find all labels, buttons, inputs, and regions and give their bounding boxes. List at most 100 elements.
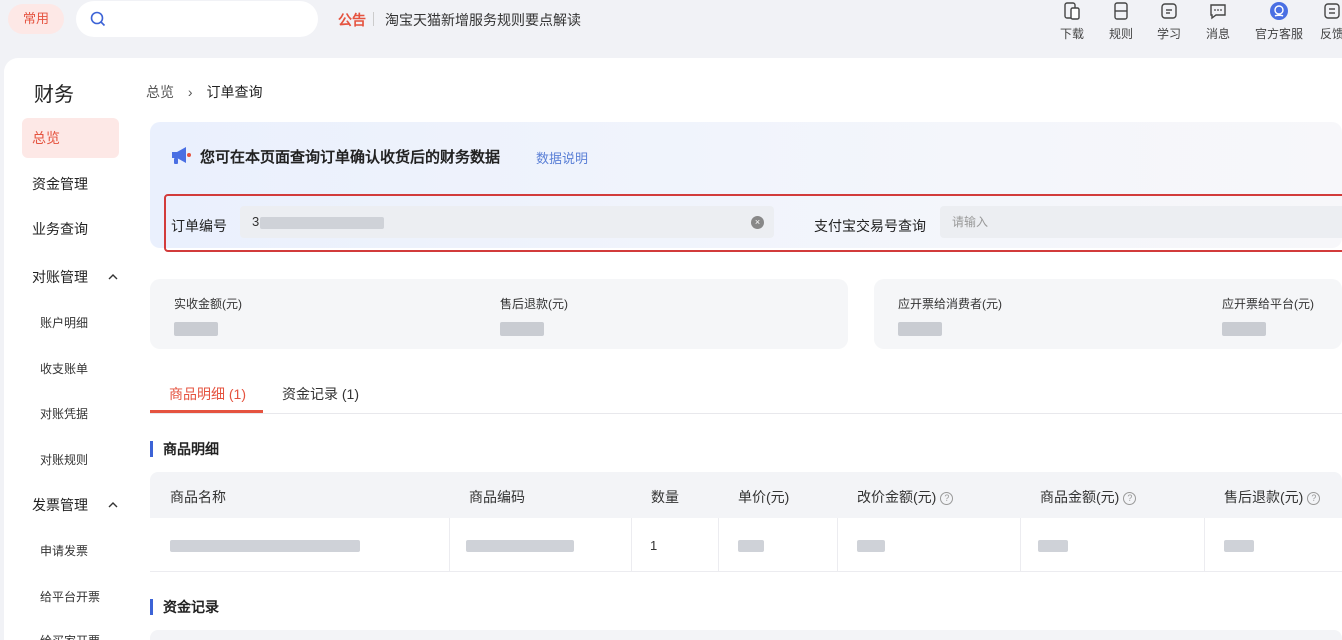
support-icon — [1270, 2, 1288, 20]
common-button[interactable]: 常用 — [8, 4, 64, 34]
column-header: 商品金额(元) — [1040, 489, 1120, 505]
cell-divider — [1020, 518, 1021, 572]
notice-divider — [373, 12, 374, 26]
sidebar-item-overview[interactable]: 总览 — [22, 118, 119, 158]
column-header-with-help: 改价金额(元)? — [857, 487, 954, 507]
cell-divider — [631, 518, 632, 572]
stat-refund-label: 售后退款(元) — [500, 297, 568, 311]
help-icon[interactable]: ? — [1307, 492, 1321, 505]
redacted-product-name — [170, 540, 360, 552]
tool-support[interactable]: 官方客服 — [1249, 0, 1309, 44]
notice-link[interactable]: 淘宝天猫新增服务规则要点解读 — [385, 10, 581, 30]
stat-invoice-platform-label: 应开票给平台(元) — [1222, 297, 1314, 311]
column-header: 售后退款(元) — [1224, 489, 1304, 505]
cell-divider — [718, 518, 719, 572]
alipay-trade-input[interactable]: 请输入 — [940, 206, 1342, 238]
tool-message-label: 消息 — [1205, 27, 1230, 41]
table-row[interactable]: 1 — [150, 518, 1342, 572]
section-title-products: 商品明细 — [150, 441, 219, 457]
sidebar-item-bills[interactable]: 收支账单 — [40, 360, 88, 377]
data-explanation-link[interactable]: 数据说明 — [536, 148, 588, 167]
query-highlight-box: 订单编号 3 × 支付宝交易号查询 请输入 — [164, 194, 1342, 252]
column-header: 商品编码 — [469, 489, 525, 505]
redacted-value — [500, 322, 544, 336]
stat-invoice-platform: 应开票给平台(元) — [1222, 295, 1314, 336]
top-bar: 常用 公告 淘宝天猫新增服务规则要点解读 下载 规则 学习 消息 官方客服 反馈 — [0, 0, 1342, 56]
column-header: 单价(元) — [738, 489, 790, 505]
sidebar-title: 财务 — [34, 84, 74, 106]
section-title-fund-records: 资金记录 — [150, 599, 219, 615]
breadcrumb-separator: › — [187, 84, 193, 100]
feedback-icon — [1324, 3, 1340, 19]
info-banner: 您可在本页面查询订单确认收货后的财务数据 数据说明 订单编号 3 × 支付宝交易… — [150, 122, 1342, 252]
sidebar-item-funds[interactable]: 资金管理 — [22, 164, 119, 204]
message-icon — [1210, 4, 1226, 20]
tool-feedback-label: 反馈 — [1319, 27, 1342, 41]
sidebar-item-invoice[interactable]: 发票管理 — [22, 485, 119, 525]
column-header: 商品名称 — [170, 489, 226, 505]
stat-received: 实收金额(元) — [174, 295, 242, 336]
column-header-with-help: 商品金额(元)? — [1040, 487, 1137, 507]
megaphone-icon — [172, 147, 191, 164]
tool-message[interactable]: 消息 — [1188, 0, 1248, 44]
redacted-adjusted-amount — [857, 540, 885, 552]
search-icon — [90, 11, 106, 27]
sidebar-item-rules[interactable]: 对账规则 — [40, 451, 88, 468]
help-icon[interactable]: ? — [1123, 492, 1137, 505]
tab-product-detail[interactable]: 商品明细 (1) — [169, 384, 246, 404]
sidebar-item-buyer-invoice[interactable]: 给买家开票 — [40, 632, 100, 640]
redacted-product-amount — [1038, 540, 1068, 552]
redacted-value — [174, 322, 218, 336]
clear-icon[interactable]: × — [751, 216, 764, 229]
redacted-value — [898, 322, 942, 336]
chevron-up-icon[interactable] — [108, 273, 118, 281]
sidebar-item-account-detail[interactable]: 账户明细 — [40, 314, 88, 331]
order-number-value: 3 — [252, 214, 260, 229]
sidebar: 财务 总览 资金管理 业务查询 对账管理 账户明细 收支账单 对账凭据 对账规则… — [4, 58, 134, 640]
breadcrumb-root[interactable]: 总览 — [146, 84, 174, 100]
tool-feedback[interactable]: 反馈 — [1312, 0, 1342, 44]
order-number-label: 订单编号 — [171, 218, 227, 234]
quantity-cell: 1 — [650, 538, 658, 553]
sidebar-item-reconciliation[interactable]: 对账管理 — [22, 257, 119, 297]
redacted-refund-amount — [1224, 540, 1254, 552]
alipay-trade-label: 支付宝交易号查询 — [814, 218, 926, 234]
search-input[interactable] — [76, 1, 318, 37]
tab-fund-records[interactable]: 资金记录 (1) — [282, 384, 359, 404]
tab-bar: 商品明细 (1) 资金记录 (1) — [150, 376, 1342, 414]
cell-divider — [1204, 518, 1205, 572]
column-header: 数量 — [651, 489, 679, 505]
redacted-product-code — [466, 540, 574, 552]
cell-divider — [837, 518, 838, 572]
help-icon[interactable]: ? — [940, 492, 954, 505]
redacted-order-number — [260, 217, 384, 229]
download-icon — [1064, 2, 1080, 20]
sidebar-item-platform-invoice[interactable]: 给平台开票 — [40, 588, 100, 605]
sidebar-item-apply-invoice[interactable]: 申请发票 — [40, 542, 88, 559]
stat-card-left: 实收金额(元) 售后退款(元) — [150, 279, 848, 349]
table-header: 商品名称 商品编码 数量 单价(元) 改价金额(元)? 商品金额(元)? 售后退… — [150, 472, 1342, 518]
breadcrumb: 总览 › 订单查询 — [146, 82, 262, 102]
active-tab-indicator — [150, 410, 263, 413]
stat-invoice-consumer-label: 应开票给消费者(元) — [898, 297, 1002, 311]
stat-invoice-consumer: 应开票给消费者(元) — [898, 295, 1002, 336]
chevron-up-icon[interactable] — [108, 501, 118, 509]
sidebar-item-business-query[interactable]: 业务查询 — [22, 209, 119, 249]
fund-table-header — [150, 630, 1342, 640]
order-number-input[interactable]: 3 × — [240, 206, 774, 238]
breadcrumb-current: 订单查询 — [206, 84, 263, 100]
tool-support-label: 官方客服 — [1254, 27, 1303, 41]
banner-text: 您可在本页面查询订单确认收货后的财务数据 — [200, 149, 501, 166]
stat-card-right: 应开票给消费者(元) 应开票给平台(元) — [874, 279, 1342, 349]
column-header: 改价金额(元) — [857, 489, 937, 505]
sidebar-item-vouchers[interactable]: 对账凭据 — [40, 405, 88, 422]
stat-received-label: 实收金额(元) — [174, 297, 242, 311]
column-header-with-help: 售后退款(元)? — [1224, 487, 1321, 507]
learn-icon — [1161, 3, 1177, 19]
rules-icon — [1114, 2, 1128, 20]
redacted-unit-price — [738, 540, 764, 552]
redacted-value — [1222, 322, 1266, 336]
notice-tag: 公告 — [338, 12, 366, 28]
cell-divider — [449, 518, 450, 572]
stat-refund: 售后退款(元) — [500, 295, 568, 336]
